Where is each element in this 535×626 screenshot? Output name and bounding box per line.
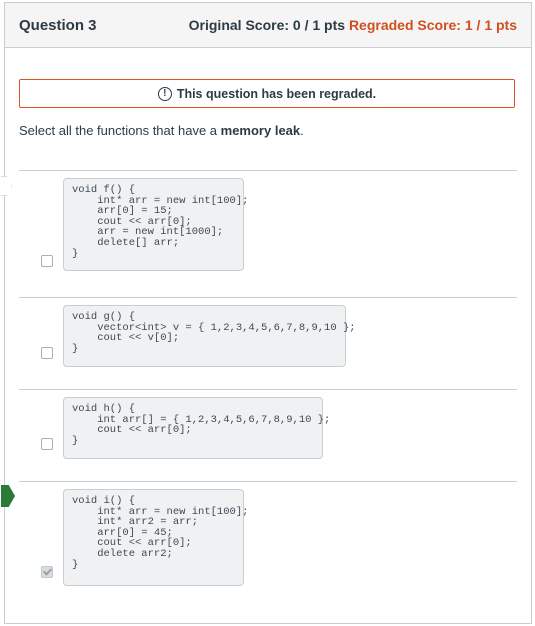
regrade-banner-text: This question has been regraded. — [176, 86, 377, 101]
original-score: Original Score: 0 / 1 pts — [188, 17, 346, 33]
answer-code-f: void f() { int* arr = new int[100]; arr[… — [63, 178, 248, 271]
regraded-score: Regraded Score: 1 / 1 pts — [348, 17, 517, 33]
alert-icon: ! — [157, 86, 172, 101]
answer-checkbox-f[interactable] — [41, 255, 53, 267]
question-title: Question 3 — [19, 16, 97, 34]
answer-code-i: void i() { int* arr = new int[100]; int*… — [63, 489, 248, 586]
answer-code-h: void h() { int arr[] = { 1,2,3,4,5,6,7,8… — [63, 397, 330, 459]
prompt-text: Select all the functions that have a — [19, 123, 221, 138]
answer-code-g: void g() { vector<int> v = { 1,2,3,4,5,6… — [63, 305, 356, 367]
prompt-emphasis: memory leak — [220, 123, 301, 138]
regrade-banner: ! This question has been regraded. — [19, 79, 515, 108]
prompt-suffix: . — [300, 123, 304, 138]
answer-divider — [19, 481, 517, 482]
score-summary: Original Score: 0 / 1 pts Regraded Score… — [189, 17, 517, 33]
answer-divider — [19, 297, 517, 298]
question-card: Question 3 Original Score: 0 / 1 pts Reg… — [1, 2, 532, 624]
answer-checkbox-i[interactable] — [41, 566, 53, 578]
answer-divider — [19, 389, 517, 390]
question-prompt: Select all the functions that have a mem… — [19, 123, 304, 138]
answer-checkbox-g[interactable] — [41, 347, 53, 359]
question-header: Question 3 Original Score: 0 / 1 pts Reg… — [5, 3, 531, 48]
answer-checkbox-h[interactable] — [41, 438, 53, 450]
answer-divider — [19, 170, 517, 171]
